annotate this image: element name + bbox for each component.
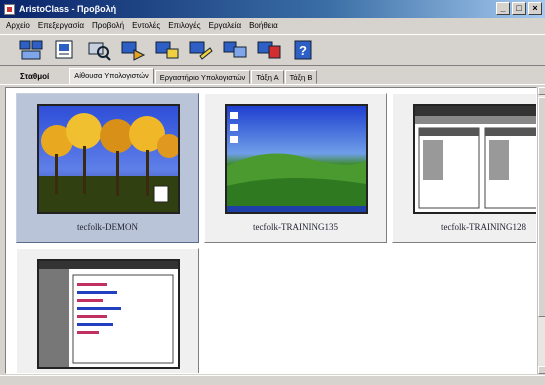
send-file-button[interactable] (120, 38, 146, 62)
help-button[interactable]: ? (290, 38, 316, 62)
station-name: tecfolk-TRAINING135 (253, 222, 338, 232)
tab-class-a[interactable]: Τάξη Α (251, 70, 284, 84)
station-screen-thumbnail (225, 104, 368, 214)
menu-tools[interactable]: Εργαλεία (205, 21, 245, 30)
view-group-icon (19, 40, 43, 60)
station-name: tecfolk-DEMON (77, 222, 138, 232)
menu-help[interactable]: Βοήθεια (245, 21, 282, 30)
station-tile[interactable]: tecfolk-TRAINING135 (204, 93, 387, 243)
menu-commands[interactable]: Εντολές (128, 21, 164, 30)
tab-computer-lab[interactable]: Εργαστήριο Υπολογιστών (154, 70, 251, 84)
stations-view: tecfolk-DEMON tecfolk-TRAINING135 tecfol… (5, 87, 537, 374)
station-screen-thumbnail (413, 104, 536, 214)
message-button[interactable] (154, 38, 180, 62)
station-screen-thumbnail (37, 104, 180, 214)
help-icon: ? (294, 40, 312, 60)
show-screen-icon (223, 41, 247, 58)
menu-edit[interactable]: Επεξεργασία (34, 21, 88, 30)
show-screen-button[interactable] (222, 38, 248, 62)
send-file-icon (121, 41, 146, 61)
scroll-down-arrow[interactable] (538, 366, 545, 374)
aristoclass-window: AristoClass - Προβολή _ □ × Αρχείο Επεξε… (0, 0, 545, 385)
broadcast-icon (257, 41, 281, 59)
station-screen-thumbnail (37, 259, 180, 369)
tab-class-b[interactable]: Τάξη Β (284, 70, 318, 84)
search-station-button[interactable] (86, 38, 112, 62)
toolbar: ? (0, 34, 545, 66)
window-controls: _ □ × (496, 2, 542, 15)
svg-text:?: ? (299, 43, 307, 58)
lock-station-icon (189, 41, 213, 60)
title-bar[interactable]: AristoClass - Προβολή _ □ × (0, 0, 545, 18)
menu-view[interactable]: Προβολή (88, 21, 128, 30)
group-tabs: Σταθμοί Αίθουσα Υπολογιστών Εργαστήριο Υ… (0, 68, 545, 85)
window-title: AristoClass - Προβολή (19, 4, 117, 14)
station-name: tecfolk-TRAINING128 (441, 222, 526, 232)
scroll-thumb[interactable] (538, 97, 545, 317)
notes-icon (55, 40, 73, 59)
station-tile[interactable]: tecfolk-DEMON (16, 93, 199, 243)
menu-bar: Αρχείο Επεξεργασία Προβολή Εντολές Επιλο… (0, 18, 545, 33)
search-station-icon (88, 42, 111, 61)
status-bar (0, 375, 545, 385)
notes-button[interactable] (52, 38, 78, 62)
close-button[interactable]: × (528, 2, 542, 15)
maximize-button[interactable]: □ (512, 2, 526, 15)
minimize-button[interactable]: _ (496, 2, 510, 15)
vertical-scrollbar[interactable] (537, 87, 545, 374)
message-icon (155, 41, 179, 59)
scroll-up-arrow[interactable] (538, 87, 545, 95)
station-tile[interactable] (16, 248, 199, 373)
broadcast-button[interactable] (256, 38, 282, 62)
station-tile[interactable]: tecfolk-TRAINING128 (392, 93, 536, 243)
app-icon (4, 3, 15, 15)
menu-file[interactable]: Αρχείο (2, 21, 34, 30)
tabs-caption: Σταθμοί (20, 72, 50, 81)
tab-computer-room[interactable]: Αίθουσα Υπολογιστών (69, 68, 154, 84)
lock-station-button[interactable] (188, 38, 214, 62)
menu-options[interactable]: Επιλογές (164, 21, 204, 30)
view-group-button[interactable] (18, 38, 44, 62)
